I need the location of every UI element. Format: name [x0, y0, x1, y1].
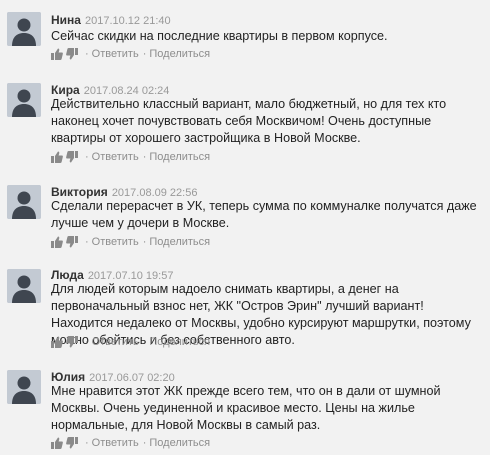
separator: ·: [142, 336, 147, 349]
reply-link[interactable]: Ответить: [92, 437, 139, 449]
share-link[interactable]: Поделиться: [149, 48, 210, 60]
separator: ·: [142, 437, 147, 450]
comment-date: 2017.10.12 21:40: [84, 15, 171, 27]
thumbs-down-icon[interactable]: [66, 336, 78, 348]
thumbs-down-icon[interactable]: [66, 437, 78, 449]
user-avatar[interactable]: [7, 370, 41, 404]
thumbs-up-icon[interactable]: [51, 151, 63, 164]
thumbs-up-icon[interactable]: [51, 437, 63, 450]
thumbs-up-icon[interactable]: [51, 48, 63, 61]
thumbs-up-icon[interactable]: [51, 236, 63, 249]
comment-author: Виктория: [51, 185, 108, 199]
comment-text: Сейчас скидки на последние квартиры в пе…: [51, 29, 388, 43]
share-link[interactable]: Поделиться: [149, 336, 210, 348]
thumbs-down-icon[interactable]: [66, 151, 78, 163]
separator: ·: [85, 236, 89, 249]
user-avatar[interactable]: [7, 185, 41, 219]
separator: ·: [85, 336, 89, 349]
comment-text: Мне нравится этот ЖК прежде всего тем, ч…: [51, 384, 441, 432]
comment-author: Нина: [51, 13, 81, 27]
reply-link[interactable]: Ответить: [92, 151, 139, 163]
separator: ·: [142, 236, 147, 249]
user-avatar[interactable]: [7, 83, 41, 117]
separator: ·: [142, 151, 147, 164]
comment-text: Сделали перерасчет в УК, теперь сумма по…: [51, 199, 477, 230]
share-link[interactable]: Поделиться: [149, 437, 210, 449]
separator: ·: [142, 48, 147, 61]
separator: ·: [85, 151, 89, 164]
share-link[interactable]: Поделиться: [149, 236, 210, 248]
comment-author: Кира: [51, 83, 80, 97]
separator: ·: [85, 48, 89, 61]
comment-text: Действительно классный вариант, мало бюд…: [51, 97, 447, 145]
thumbs-down-icon[interactable]: [66, 236, 78, 248]
reply-link[interactable]: Ответить: [92, 236, 139, 248]
comment-author: Люда: [51, 268, 84, 282]
reply-link[interactable]: Ответить: [92, 336, 139, 348]
comment-author: Юлия: [51, 370, 86, 384]
thumbs-down-icon[interactable]: [66, 48, 78, 60]
user-avatar[interactable]: [7, 269, 41, 303]
thumbs-up-icon[interactable]: [51, 336, 63, 349]
reply-link[interactable]: Ответить: [92, 48, 139, 60]
user-avatar[interactable]: [7, 12, 41, 46]
share-link[interactable]: Поделиться: [149, 151, 210, 163]
separator: ·: [85, 437, 89, 450]
